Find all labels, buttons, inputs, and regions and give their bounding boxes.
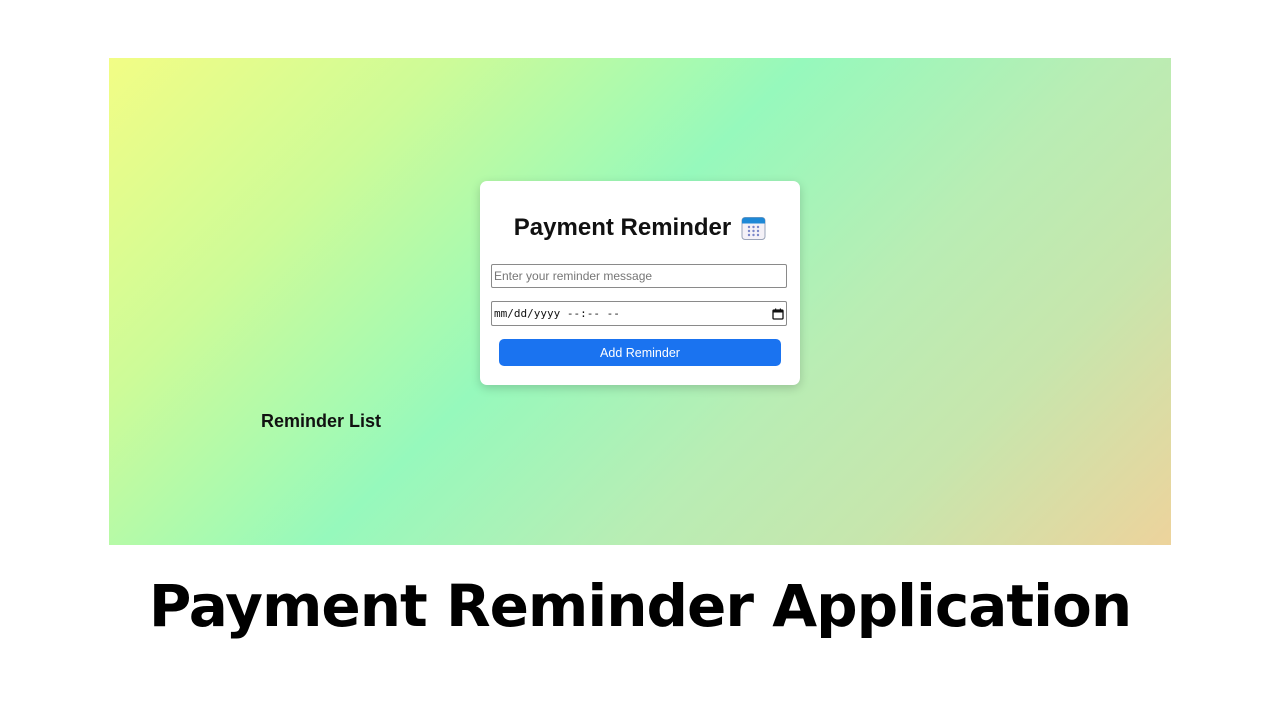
slide-caption: Payment Reminder Application — [148, 572, 1132, 640]
add-reminder-button[interactable]: Add Reminder — [499, 339, 781, 366]
reminder-form-card: Payment Reminder mm/dd/yyyy --:-- -- — [480, 181, 800, 385]
app-viewport: Payment Reminder mm/dd/yyyy --:-- -- — [109, 58, 1171, 545]
reminder-list-heading: Reminder List — [261, 411, 382, 431]
calendar-picker-icon[interactable] — [772, 308, 784, 320]
reminder-datetime-input[interactable]: mm/dd/yyyy --:-- -- — [491, 301, 787, 326]
datetime-placeholder: mm/dd/yyyy --:-- -- — [494, 307, 620, 320]
reminder-message-input[interactable] — [491, 264, 787, 288]
form-title: Payment Reminder — [513, 214, 732, 241]
calendar-icon — [741, 216, 766, 240]
form-header: Payment Reminder — [480, 211, 800, 245]
